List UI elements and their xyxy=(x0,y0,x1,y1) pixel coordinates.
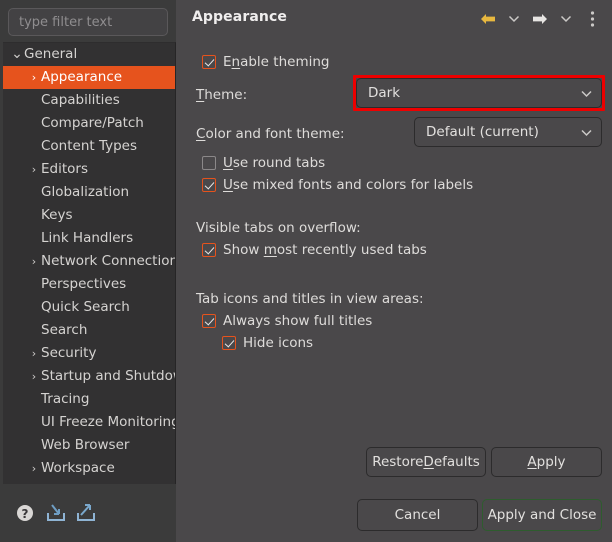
theme-dropdown-value: Dark xyxy=(368,85,401,101)
tab-icons-heading: Tab icons and titles in view areas: xyxy=(196,291,424,307)
sidebar-item-tracing[interactable]: Tracing xyxy=(3,388,175,411)
sidebar-item-label: UI Freeze Monitoring xyxy=(41,414,175,430)
chevron-down-icon xyxy=(580,89,593,98)
main-panel: Appearance Enable theming Theme: Dark Co… xyxy=(176,0,612,542)
sidebar-item-web-browser[interactable]: Web Browser xyxy=(3,434,175,457)
always-show-full-titles-row[interactable]: Always show full titles xyxy=(202,313,372,329)
sidebar-item-label: Quick Search xyxy=(41,299,130,315)
sidebar-item-search[interactable]: Search xyxy=(3,319,175,342)
theme-label: Theme: xyxy=(196,87,248,103)
use-round-tabs-row[interactable]: Use round tabs xyxy=(202,155,325,171)
sidebar-item-label: Startup and Shutdown xyxy=(41,368,175,384)
sidebar-item-startup-and-shutdown[interactable]: ›Startup and Shutdown xyxy=(3,365,175,388)
use-round-tabs-label: Use round tabs xyxy=(223,155,326,171)
enable-theming-checkbox[interactable] xyxy=(202,55,216,69)
chevron-right-icon[interactable]: › xyxy=(27,158,41,181)
sidebar-item-label: Capabilities xyxy=(41,92,120,108)
hide-icons-label: Hide icons xyxy=(243,335,314,351)
hide-icons-checkbox[interactable] xyxy=(222,336,236,350)
overflow-menu-icon[interactable] xyxy=(580,7,604,30)
show-mru-tabs-checkbox[interactable] xyxy=(202,243,216,257)
sidebar-item-quick-search[interactable]: Quick Search xyxy=(3,296,175,319)
always-show-full-titles-label: Always show full titles xyxy=(223,313,373,329)
use-mixed-fonts-label: Use mixed fonts and colors for labels xyxy=(223,177,474,193)
sidebar-item-capabilities[interactable]: Capabilities xyxy=(3,89,175,112)
restore-defaults-button[interactable]: Restore Defaults xyxy=(366,447,486,477)
sidebar-item-security[interactable]: › Security xyxy=(3,342,175,365)
back-arrow-icon[interactable] xyxy=(476,7,500,30)
sidebar-item-label: Compare/Patch xyxy=(41,115,144,131)
chevron-down-icon[interactable]: ⌄ xyxy=(10,43,24,66)
sidebar-item-label: Keys xyxy=(41,207,73,223)
apply-button[interactable]: Apply xyxy=(491,447,602,477)
sidebar-item-ui-freeze-monitoring[interactable]: UI Freeze Monitoring xyxy=(3,411,175,434)
sidebar-item-perspectives[interactable]: Perspectives xyxy=(3,273,175,296)
use-mixed-fonts-checkbox[interactable] xyxy=(202,178,216,192)
sidebar-item-label: Perspectives xyxy=(41,276,127,292)
sidebar-icon-strip: ? xyxy=(0,484,176,542)
sidebar-item-label: Editors xyxy=(41,161,88,177)
svg-text:?: ? xyxy=(22,507,29,521)
use-round-tabs-checkbox[interactable] xyxy=(202,156,216,170)
color-font-theme-label: Color and font theme: xyxy=(196,126,345,142)
sidebar-item-label: Appearance xyxy=(41,69,123,85)
back-dropdown-icon[interactable] xyxy=(502,7,526,30)
sidebar-item-label: Globalization xyxy=(41,184,130,200)
panel-header: Appearance xyxy=(176,0,612,37)
hide-icons-row[interactable]: Hide icons xyxy=(222,335,313,351)
show-mru-tabs-label: Show most recently used tabs xyxy=(223,242,427,258)
enable-theming-checkbox-row[interactable]: Enable theming xyxy=(202,54,329,70)
sidebar-item-label: Search xyxy=(41,322,88,338)
sidebar-item-workspace[interactable]: › Workspace xyxy=(3,457,175,480)
page-title: Appearance xyxy=(192,9,287,25)
sidebar-item-label: Tracing xyxy=(41,391,90,407)
sidebar-item-compare-patch[interactable]: Compare/Patch xyxy=(3,112,175,135)
sidebar-item-label: Link Handlers xyxy=(41,230,134,246)
cancel-button[interactable]: Cancel xyxy=(357,499,478,531)
sidebar-item-editors[interactable]: › Editors xyxy=(3,158,175,181)
preferences-tree[interactable]: ⌄General › Appearance Capabilities Compare/P… xyxy=(3,42,176,484)
sidebar-item-globalization[interactable]: Globalization xyxy=(3,181,175,204)
sidebar-item-label: Workspace xyxy=(41,460,115,476)
sidebar-item-network-connections[interactable]: › Network Connections xyxy=(3,250,175,273)
sidebar-item-content-types[interactable]: Content Types xyxy=(3,135,175,158)
sidebar-item-label: Security xyxy=(41,345,97,361)
use-mixed-fonts-row[interactable]: Use mixed fonts and colors for labels xyxy=(202,177,473,193)
color-font-theme-value: Default (current) xyxy=(426,124,539,140)
chevron-right-icon[interactable]: › xyxy=(27,342,41,365)
appearance-settings: Enable theming Theme: Dark Color and fon… xyxy=(176,38,612,438)
visible-tabs-heading: Visible tabs on overflow: xyxy=(196,220,361,236)
sidebar-item-appearance[interactable]: › Appearance xyxy=(3,66,175,89)
chevron-right-icon[interactable]: › xyxy=(27,250,41,273)
apply-and-close-button[interactable]: Apply and Close xyxy=(482,499,602,531)
chevron-down-icon xyxy=(580,128,593,137)
always-show-full-titles-checkbox[interactable] xyxy=(202,314,216,328)
color-font-theme-dropdown[interactable]: Default (current) xyxy=(414,117,602,147)
sidebar: ⌄General›AppearanceCapabilitiesCompare/P… xyxy=(0,0,176,542)
header-toolbar xyxy=(476,7,604,30)
enable-theming-label: Enable theming xyxy=(223,54,330,70)
forward-arrow-icon[interactable] xyxy=(528,7,552,30)
import-icon[interactable] xyxy=(44,500,70,526)
preferences-dialog: ⌄General›AppearanceCapabilitiesCompare/P… xyxy=(0,0,612,542)
forward-dropdown-icon[interactable] xyxy=(554,7,578,30)
export-icon[interactable] xyxy=(74,500,100,526)
help-icon[interactable]: ? xyxy=(14,500,40,526)
theme-dropdown[interactable]: Dark xyxy=(356,78,602,108)
chevron-right-icon[interactable]: › xyxy=(27,365,41,388)
sidebar-item-general[interactable]: ⌄General xyxy=(3,43,175,66)
sidebar-item-link-handlers[interactable]: Link Handlers xyxy=(3,227,175,250)
show-mru-tabs-row[interactable]: Show most recently used tabs xyxy=(202,242,427,258)
sidebar-item-label: Content Types xyxy=(41,138,138,154)
filter-input[interactable] xyxy=(8,8,168,36)
chevron-right-icon[interactable]: › xyxy=(27,457,41,480)
sidebar-item-label: Network Connections xyxy=(41,253,175,269)
sidebar-item-label: Web Browser xyxy=(41,437,130,453)
sidebar-item-keys[interactable]: Keys xyxy=(3,204,175,227)
sidebar-item-label: General xyxy=(24,46,78,62)
chevron-right-icon[interactable]: › xyxy=(27,66,41,89)
footer-separator xyxy=(176,486,612,487)
